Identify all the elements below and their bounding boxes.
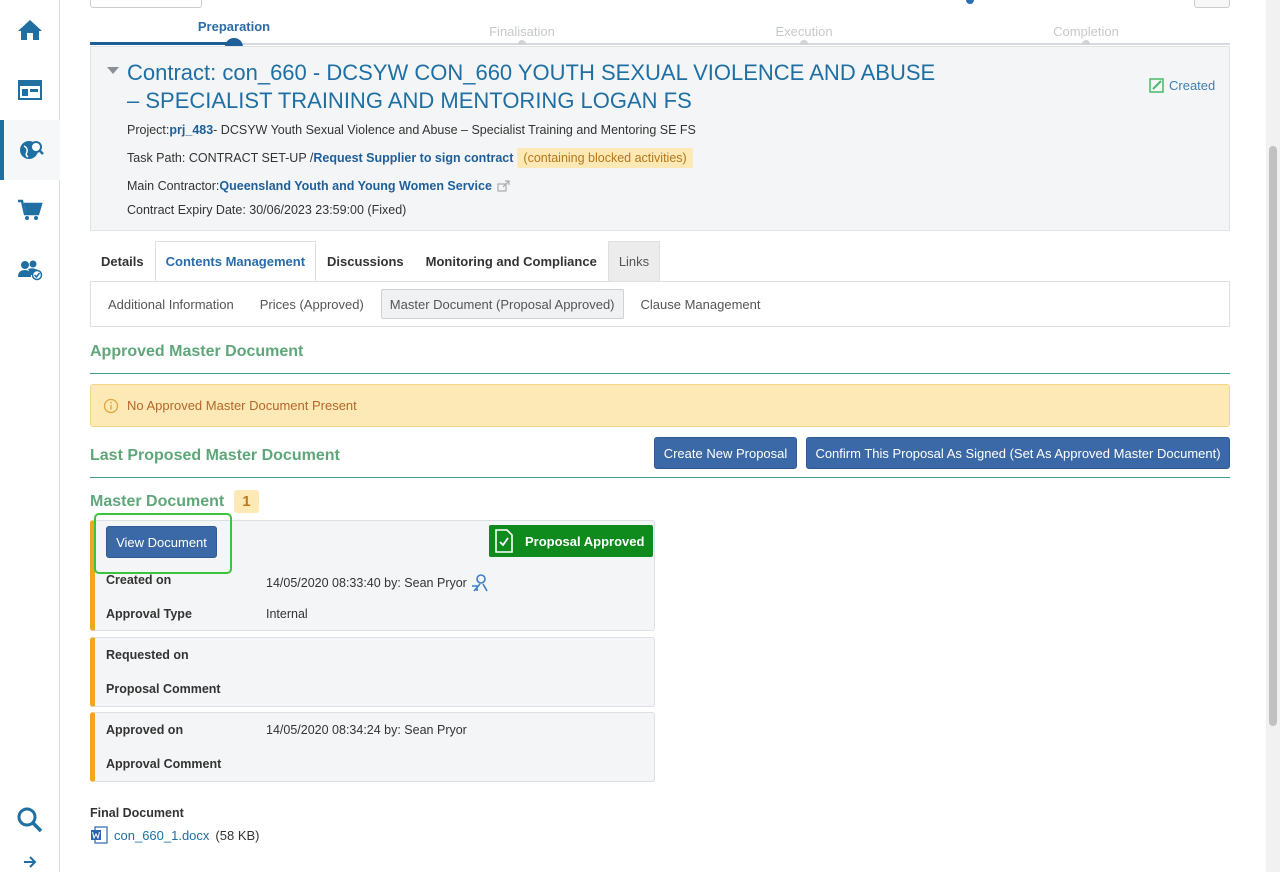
master-document-count-badge: 1 (234, 490, 259, 513)
tab-discussions[interactable]: Discussions (316, 241, 415, 281)
contract-header: Contract: con_660 - DCSYW CON_660 YOUTH … (90, 46, 1230, 231)
stepper-track (90, 43, 1230, 45)
subtab-clause-management[interactable]: Clause Management (632, 289, 770, 319)
step-node-execution (800, 40, 808, 45)
main-contractor-row: Main Contractor: Queensland Youth and Yo… (127, 179, 511, 193)
project-row: Project: prj_483 - DCSYW Youth Sexual Vi… (127, 123, 696, 137)
sidebar-item-dashboard[interactable] (0, 60, 60, 120)
confirm-proposal-signed-button[interactable]: Confirm This Proposal As Signed (Set As … (806, 437, 1230, 469)
final-document-label: Final Document (90, 806, 184, 820)
tab-details[interactable]: Details (90, 241, 155, 281)
sidebar-item-home[interactable] (0, 0, 60, 60)
users-icon (18, 260, 43, 281)
master-document-title: Master Document (90, 492, 225, 510)
project-description: - DCSYW Youth Sexual Violence and Abuse … (213, 123, 696, 137)
approval-type-value: Internal (266, 607, 308, 621)
proposal-comment-label: Proposal Comment (106, 682, 221, 696)
requested-on-label: Requested on (106, 648, 189, 662)
created-on-text: 14/05/2020 08:33:40 by: Sean Pryor (266, 576, 467, 590)
view-document-button[interactable]: View Document (106, 526, 217, 558)
task-path-label: Task Path: CONTRACT SET-UP / (127, 151, 314, 165)
last-proposed-title: Last Proposed Master Document (90, 447, 340, 464)
status-label: Created (1169, 77, 1216, 93)
task-path-row: Task Path: CONTRACT SET-UP / Request Sup… (127, 148, 693, 168)
search-icon (17, 807, 43, 833)
sidebar (0, 0, 60, 872)
word-document-icon (91, 826, 108, 844)
page-scrollbar[interactable] (1266, 0, 1280, 872)
main-contractor-link[interactable]: Queensland Youth and Young Women Service (219, 179, 492, 193)
approved-master-document-title: Approved Master Document (90, 343, 304, 360)
approval-comment-label: Approval Comment (106, 757, 222, 771)
contract-stepper: Preparation Finalisation Execution Compl… (90, 14, 1230, 48)
sidebar-item-users[interactable] (0, 240, 60, 300)
main-tabs: Details Contents Management Discussions … (90, 241, 661, 281)
alert-text: No Approved Master Document Present (127, 398, 357, 413)
approval-type-label: Approval Type (106, 607, 192, 621)
globe-search-icon (20, 141, 44, 159)
tab-monitoring-compliance[interactable]: Monitoring and Compliance (415, 241, 608, 281)
subtab-additional-information[interactable]: Additional Information (99, 289, 243, 319)
stepper-progress (90, 42, 235, 45)
sidebar-expand[interactable] (0, 842, 60, 872)
dashboard-icon (18, 80, 42, 100)
final-document-size: (58 KB) (215, 827, 260, 843)
contract-title: Contract: con_660 - DCSYW CON_660 YOUTH … (127, 60, 936, 113)
created-on-value: 14/05/2020 08:33:40 by: Sean Pryor (266, 573, 490, 593)
approved-on-label: Approved on (106, 723, 184, 737)
task-path-link[interactable]: Request Supplier to sign contract (313, 151, 513, 165)
top-left-button[interactable] (90, 0, 202, 8)
document-card-created: View Document Proposal Approved Created … (90, 520, 655, 631)
document-card-requested: Requested on Proposal Comment (90, 637, 655, 707)
subtab-prices-approved[interactable]: Prices (Approved) (251, 289, 373, 319)
step-execution[interactable]: Execution (729, 24, 879, 39)
external-link-icon[interactable] (497, 180, 511, 192)
subtabs: Additional Information Prices (Approved)… (99, 289, 769, 319)
top-right-button[interactable] (1194, 0, 1230, 8)
status-created: Created (1149, 77, 1215, 93)
top-indicator (966, 0, 974, 4)
subtab-panel: Additional Information Prices (Approved)… (90, 281, 1230, 327)
final-document-file: con_660_1.docx (58 KB) (90, 826, 260, 844)
no-approved-document-alert: No Approved Master Document Present (90, 384, 1230, 427)
step-preparation[interactable]: Preparation (159, 19, 309, 34)
section-divider (90, 373, 1230, 374)
sidebar-item-sourcing[interactable] (0, 120, 60, 180)
sidebar-item-cart[interactable] (0, 180, 60, 240)
section-divider (90, 477, 1230, 478)
main-contractor-label: Main Contractor: (127, 179, 220, 193)
created-on-label: Created on (106, 573, 172, 587)
create-new-proposal-button[interactable]: Create New Proposal (654, 437, 797, 469)
scrollbar-thumb[interactable] (1269, 146, 1277, 726)
edit-status-icon (1149, 78, 1164, 93)
user-link-icon[interactable] (470, 573, 490, 593)
info-icon (103, 398, 119, 413)
step-node-finalisation (518, 40, 526, 45)
cart-icon (18, 199, 43, 220)
step-completion[interactable]: Completion (1011, 24, 1161, 39)
collapse-caret-icon[interactable] (107, 67, 119, 74)
project-link[interactable]: prj_483 (169, 123, 213, 137)
document-card-approved: Approved on 14/05/2020 08:34:24 by: Sean… (90, 712, 655, 782)
proposal-approved-label: Proposal Approved (525, 533, 645, 549)
blocked-activities-tag: (containing blocked activities) (517, 148, 693, 168)
tab-links[interactable]: Links (607, 241, 661, 281)
subtab-master-document[interactable]: Master Document (Proposal Approved) (380, 289, 624, 319)
master-document-heading: Master Document 1 (90, 490, 259, 513)
approved-on-value: 14/05/2020 08:34:24 by: Sean Pryor (266, 723, 467, 737)
final-document-link[interactable]: con_660_1.docx (114, 828, 209, 843)
home-icon (18, 20, 42, 40)
tab-contents-management[interactable]: Contents Management (154, 241, 317, 281)
main-content: Preparation Finalisation Execution Compl… (60, 0, 1266, 872)
sidebar-item-search[interactable] (0, 790, 60, 850)
contract-expiry: Contract Expiry Date: 30/06/2023 23:59:0… (127, 203, 407, 217)
document-check-icon (495, 529, 513, 553)
expand-arrow-icon (24, 856, 37, 868)
step-node-completion (1082, 40, 1090, 45)
step-finalisation[interactable]: Finalisation (447, 24, 597, 39)
project-label: Project: (127, 123, 170, 137)
proposal-approved-badge: Proposal Approved (489, 525, 654, 557)
